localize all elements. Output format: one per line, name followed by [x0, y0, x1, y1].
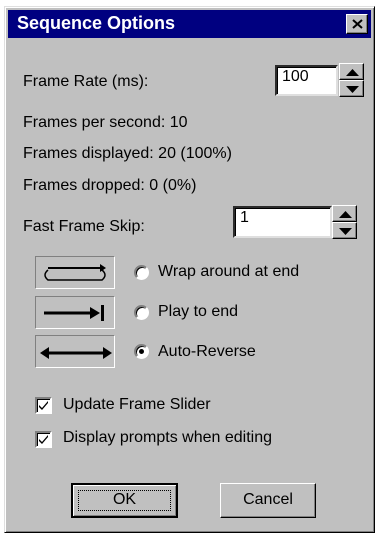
title-bar[interactable]: Sequence Options: [8, 10, 371, 38]
frame-rate-label: Frame Rate (ms):: [23, 73, 149, 90]
update-frame-slider-checkbox[interactable]: [35, 397, 52, 414]
cancel-button[interactable]: Cancel: [220, 483, 316, 518]
display-prompts-label[interactable]: Display prompts when editing: [63, 429, 272, 447]
arrow-up-icon: [346, 69, 359, 76]
fast-frame-skip-input[interactable]: 1: [233, 206, 332, 238]
arrow-down-icon: [346, 86, 359, 93]
auto-reverse-radio[interactable]: [134, 344, 149, 359]
close-icon: [352, 19, 363, 29]
frames-dropped-text: Frames dropped: 0 (0%): [23, 177, 197, 194]
update-frame-slider-label[interactable]: Update Frame Slider: [63, 396, 211, 414]
play-to-end-radio[interactable]: [134, 305, 149, 320]
frame-rate-spinner[interactable]: [339, 63, 364, 97]
auto-reverse-icon: [35, 335, 115, 368]
frame-rate-down-button[interactable]: [339, 80, 364, 97]
fast-frame-skip-up-button[interactable]: [332, 205, 357, 222]
arrow-up-icon: [339, 211, 352, 218]
wrap-around-radio[interactable]: [134, 265, 149, 280]
cancel-button-label: Cancel: [243, 491, 293, 508]
arrow-down-icon: [339, 228, 352, 235]
fast-frame-skip-spinner[interactable]: [332, 205, 357, 239]
ok-button[interactable]: OK: [71, 483, 178, 518]
checkmark-icon: [39, 435, 48, 444]
frames-displayed-text: Frames displayed: 20 (100%): [23, 145, 232, 162]
auto-reverse-label[interactable]: Auto-Reverse: [158, 343, 256, 361]
display-prompts-checkbox[interactable]: [35, 431, 52, 448]
ok-button-label: OK: [112, 491, 137, 508]
wrap-around-icon: [35, 256, 115, 289]
frame-rate-input[interactable]: 100: [275, 65, 338, 96]
frame-rate-up-button[interactable]: [339, 63, 364, 80]
checkmark-icon: [39, 401, 48, 410]
close-button[interactable]: [346, 14, 368, 34]
fast-frame-skip-down-button[interactable]: [332, 222, 357, 239]
play-to-end-icon: [35, 296, 115, 329]
frames-per-second-text: Frames per second: 10: [23, 114, 188, 131]
fast-frame-skip-label: Fast Frame Skip:: [23, 218, 145, 235]
dialog-title: Sequence Options: [17, 13, 176, 33]
wrap-around-label[interactable]: Wrap around at end: [158, 263, 299, 281]
sequence-options-dialog: Sequence Options Frame Rate (ms): 100 Fr…: [4, 6, 375, 533]
play-to-end-label[interactable]: Play to end: [158, 303, 238, 321]
